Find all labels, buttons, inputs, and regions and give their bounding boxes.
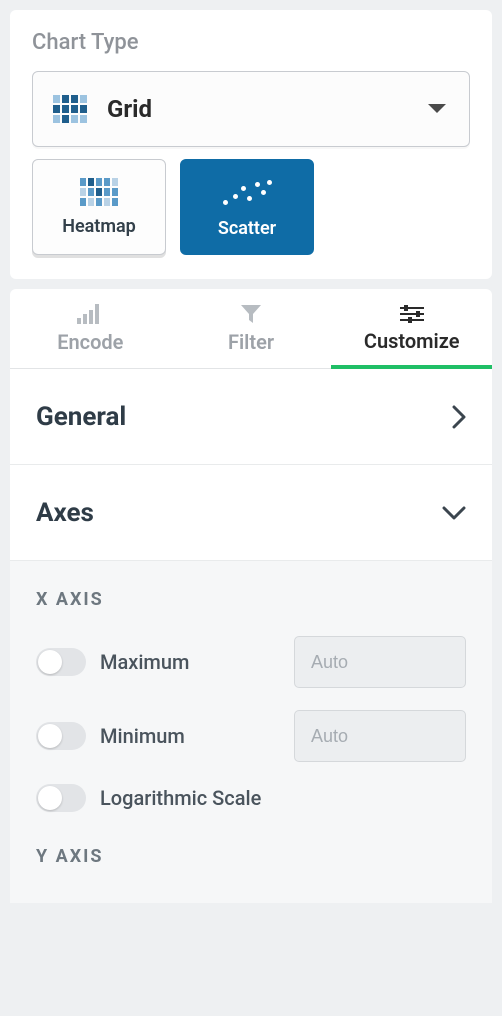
y-axis-header: Y AXIS: [36, 846, 466, 867]
x-axis-log-toggle[interactable]: [36, 784, 86, 812]
tab-label: Filter: [228, 330, 274, 354]
chevron-down-icon: [427, 103, 447, 115]
tab-bar: Encode Filter Customize: [10, 289, 492, 369]
filter-icon: [240, 304, 262, 324]
chart-type-panel: Chart Type Grid Heatmap: [10, 10, 492, 279]
tab-label: Customize: [364, 329, 460, 353]
chart-type-title: Chart Type: [32, 30, 470, 55]
heatmap-icon: [80, 178, 118, 206]
chart-type-dropdown[interactable]: Grid: [32, 71, 470, 147]
tab-encode[interactable]: Encode: [10, 289, 171, 368]
chart-type-dropdown-label: Grid: [107, 95, 152, 123]
accordion-label: General: [36, 402, 126, 432]
chart-subtype-group: Heatmap Scatter: [32, 159, 470, 255]
x-axis-log-label: Logarithmic Scale: [100, 786, 466, 810]
x-axis-max-label: Maximum: [100, 650, 294, 674]
accordion-axes[interactable]: Axes: [10, 465, 492, 561]
x-axis-log-row: Logarithmic Scale: [36, 784, 466, 812]
x-axis-min-label: Minimum: [100, 724, 294, 748]
chart-subtype-heatmap[interactable]: Heatmap: [32, 159, 166, 255]
accordion-general[interactable]: General: [10, 369, 492, 465]
chart-config-panel: Encode Filter Customize General Axes: [10, 289, 492, 903]
tab-filter[interactable]: Filter: [171, 289, 332, 368]
bars-icon: [77, 304, 103, 324]
tab-label: Encode: [57, 330, 123, 354]
grid-icon: [53, 95, 87, 123]
chevron-down-icon: [442, 506, 466, 520]
sliders-icon: [400, 305, 424, 323]
x-axis-max-input[interactable]: [294, 636, 466, 688]
x-axis-min-row: Minimum: [36, 710, 466, 762]
x-axis-max-row: Maximum: [36, 636, 466, 688]
scatter-icon: [219, 176, 275, 210]
chevron-right-icon: [452, 405, 466, 429]
chart-subtype-label: Scatter: [218, 218, 276, 239]
x-axis-max-toggle[interactable]: [36, 648, 86, 676]
x-axis-header: X AXIS: [36, 589, 466, 610]
x-axis-min-toggle[interactable]: [36, 722, 86, 750]
chart-subtype-label: Heatmap: [62, 216, 136, 237]
tab-customize[interactable]: Customize: [331, 289, 492, 368]
accordion-label: Axes: [36, 498, 94, 528]
x-axis-min-input[interactable]: [294, 710, 466, 762]
chart-subtype-scatter[interactable]: Scatter: [180, 159, 314, 255]
axes-content: X AXIS Maximum Minimum Logarithmic Scale…: [10, 561, 492, 903]
